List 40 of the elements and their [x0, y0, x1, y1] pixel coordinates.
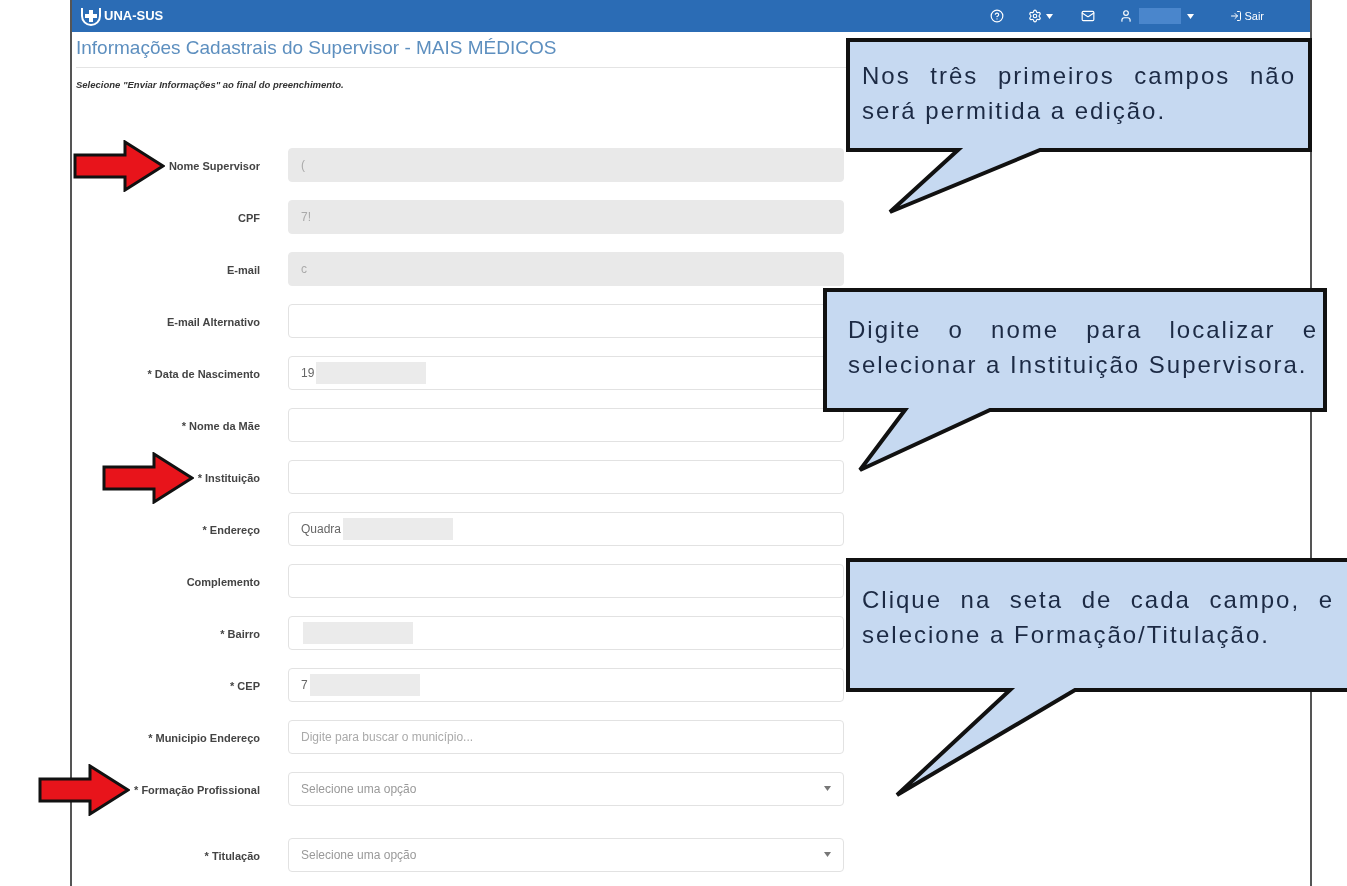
- field-label: E-mail: [227, 262, 260, 278]
- field-label: * Bairro: [220, 626, 260, 642]
- settings-icon: [1028, 9, 1043, 23]
- field-label: * Nome da Mãe: [181, 418, 260, 434]
- mail-icon[interactable]: [1081, 9, 1096, 23]
- logo-icon: [80, 6, 102, 26]
- input-field[interactable]: 7: [288, 667, 844, 702]
- callout-text: Clique na seta de cada campo, e selecione a Formação/Titulação.: [862, 585, 1334, 650]
- field-label: * Formação Profissional: [134, 781, 260, 799]
- field-label: Complemento: [186, 574, 260, 590]
- logo-text: UNA-SUS: [104, 7, 164, 26]
- field-label: * Municipio Endereço: [148, 730, 260, 746]
- field-label: CPF: [238, 210, 260, 226]
- callout-text: Digite o nome para localizar e selecionar a Instituição Supervisora.: [848, 315, 1318, 380]
- logout-button[interactable]: Sair: [1230, 7, 1264, 25]
- caret-icon: [1187, 13, 1195, 19]
- field-label: * Data de Nascimento: [147, 366, 260, 382]
- input-field[interactable]: [288, 615, 844, 650]
- user-icon: [1119, 9, 1134, 23]
- instruction-text: Selecione "Enviar Informações" ao final do preenchimento.: [76, 77, 344, 92]
- field-label: * Instituição: [197, 469, 260, 487]
- field-label: Nome Supervisor: [168, 157, 260, 175]
- search-field[interactable]: Digite para buscar o município...: [288, 719, 844, 754]
- input-field[interactable]: [288, 407, 844, 442]
- help-icon[interactable]: [990, 9, 1005, 23]
- settings-menu[interactable]: [1028, 9, 1054, 23]
- caret-icon: [824, 852, 831, 858]
- input-field[interactable]: Quadra: [288, 511, 844, 546]
- field-label: * CEP: [230, 678, 260, 694]
- caret-icon: [824, 786, 831, 792]
- logout-icon: [1230, 10, 1243, 22]
- field-label: E-mail Alternativo: [166, 314, 260, 330]
- input-field[interactable]: [288, 563, 844, 598]
- field-label: * Titulação: [204, 848, 260, 864]
- user-menu[interactable]: [1119, 8, 1195, 24]
- select-field[interactable]: Selecione uma opção: [288, 837, 844, 872]
- select-field[interactable]: Selecione uma opção: [288, 771, 844, 806]
- field-label: * Endereço: [202, 522, 260, 538]
- caret-icon: [1046, 13, 1054, 19]
- input-field[interactable]: [288, 459, 844, 494]
